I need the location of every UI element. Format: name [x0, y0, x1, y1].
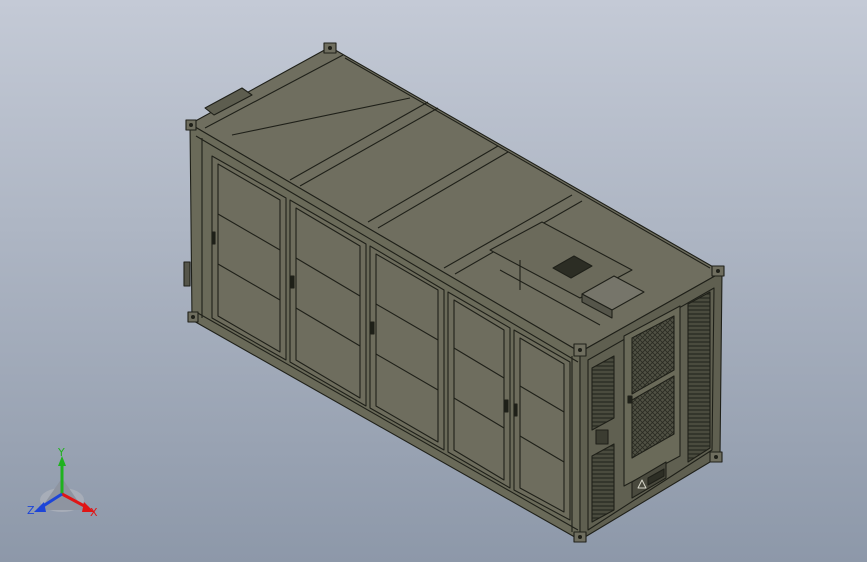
end-louver-left-lower	[591, 443, 615, 523]
end-door-handle[interactable]	[627, 395, 633, 404]
door-5-handle[interactable]	[513, 403, 518, 417]
triad-y-label: Y	[57, 446, 65, 459]
end-louver-right	[687, 291, 711, 463]
model-scene[interactable]: Y X Z	[0, 0, 867, 562]
door-4-handle[interactable]	[504, 399, 509, 413]
triad-z-label: Z	[27, 504, 35, 517]
end-louver-left-upper	[591, 355, 615, 431]
door-1-handle[interactable]	[211, 231, 216, 245]
end-electrical-box[interactable]	[595, 429, 609, 445]
cad-viewport[interactable]: Y X Z	[0, 0, 867, 562]
door-3-handle[interactable]	[370, 321, 375, 335]
door-2-handle[interactable]	[290, 275, 295, 289]
triad-x-label: X	[90, 506, 98, 519]
side-door-5[interactable]	[513, 329, 571, 521]
rear-bracket	[183, 261, 191, 287]
end-access-door[interactable]	[623, 305, 681, 487]
